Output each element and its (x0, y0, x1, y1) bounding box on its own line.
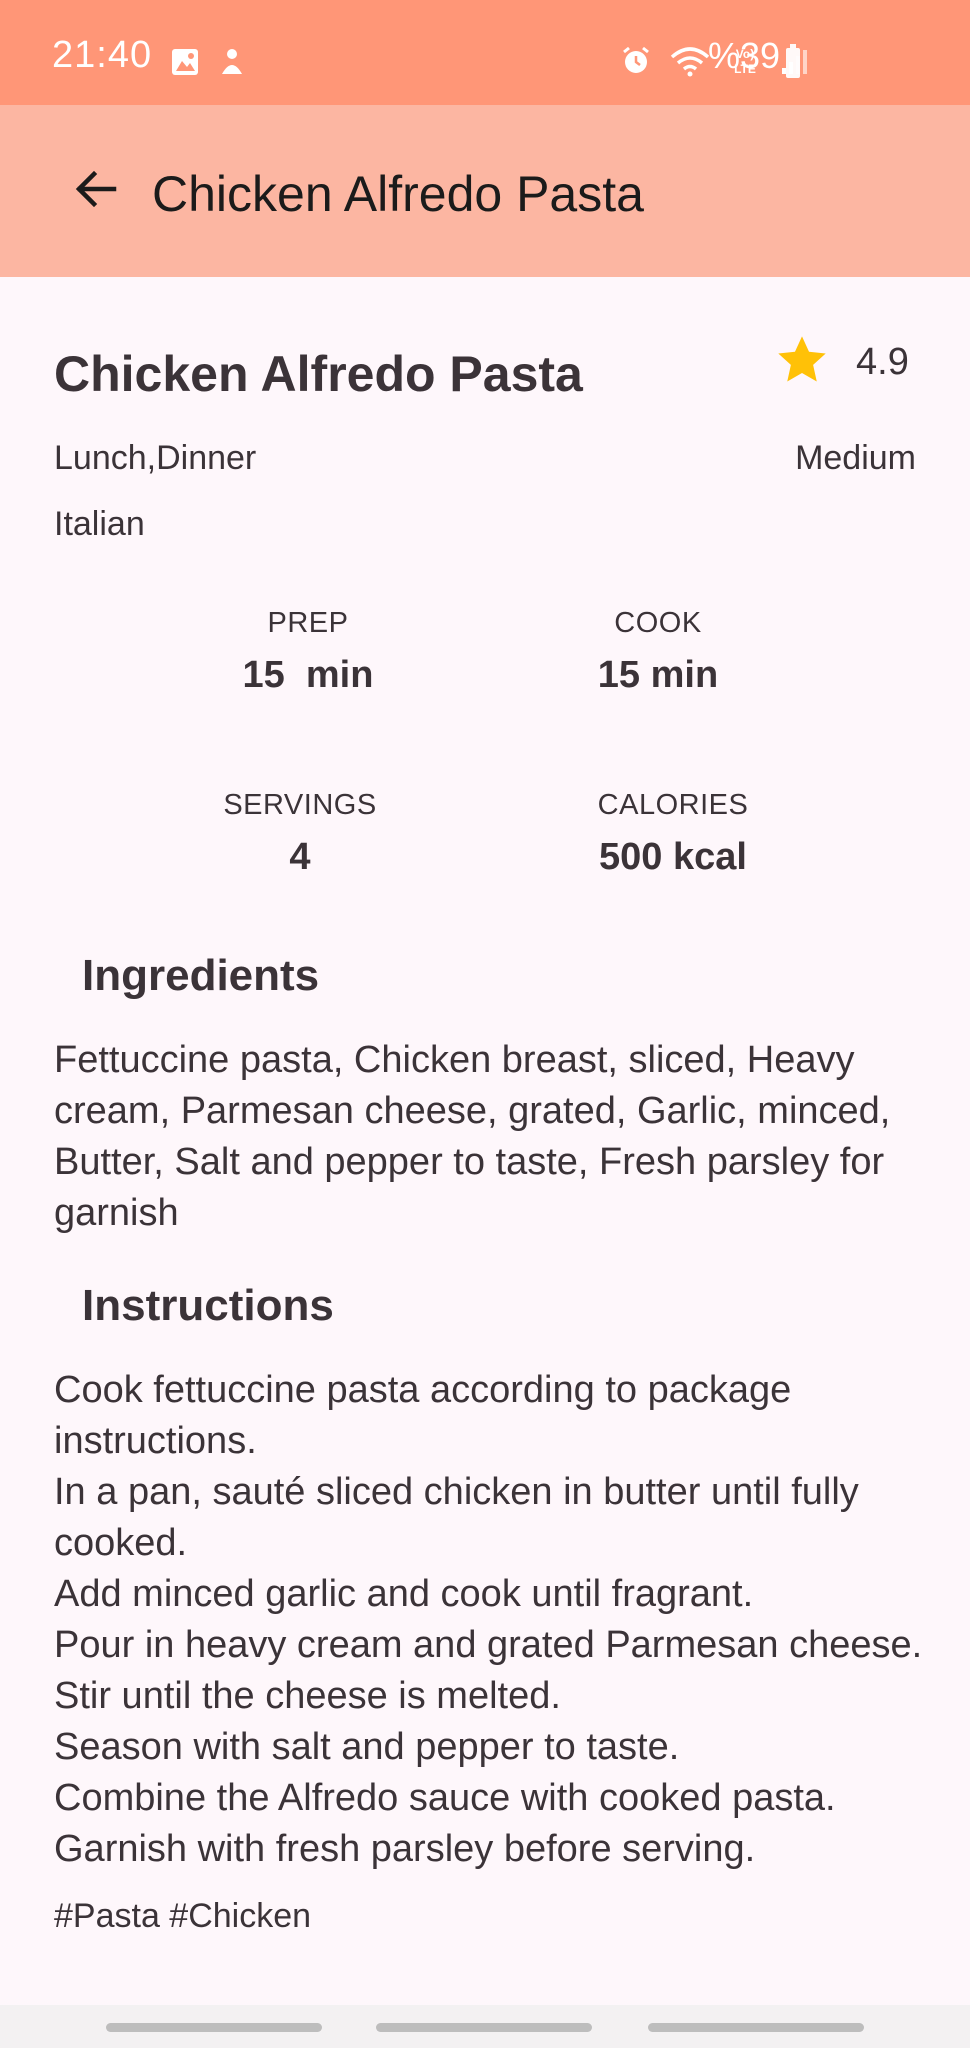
wifi-icon (670, 45, 710, 82)
ingredients-heading: Ingredients (82, 951, 320, 1000)
status-bar: 21:40 Vo) LTE %39 (0, 0, 970, 105)
cuisine-label: Italian (54, 505, 145, 543)
instruction-step: Add minced garlic and cook until fragran… (54, 1573, 754, 1615)
recipe-tags: #Pasta #Chicken (54, 1897, 312, 1935)
cook-time-stat: COOK 15 min (528, 607, 788, 697)
calories-stat: CALORIES 500 kcal (543, 789, 803, 879)
meal-types: Lunch,Dinner (54, 439, 257, 477)
arrow-left-icon (72, 165, 120, 218)
calories-label: CALORIES (597, 789, 749, 821)
battery-percent: %39 (708, 35, 781, 76)
instructions-list: Cook fettuccine pasta according to packa… (54, 1365, 970, 1875)
prep-label: PREP (267, 607, 349, 639)
prep-time-stat: PREP 15 min (178, 607, 438, 697)
instruction-step: Cook fettuccine pasta according to packa… (54, 1369, 792, 1462)
instruction-step: Season with salt and pepper to taste. (54, 1726, 680, 1768)
nav-home-handle[interactable] (376, 2023, 592, 2032)
instruction-step: In a pan, sauté sliced chicken in butter… (54, 1471, 859, 1564)
ingredients-text: Fettuccine pasta, Chicken breast, sliced… (54, 1039, 891, 1234)
servings-value: 4 (289, 836, 311, 878)
difficulty-label: Medium (795, 439, 916, 477)
system-navigation-bar (0, 2005, 970, 2048)
status-time: 21:40 (52, 34, 153, 76)
instructions-heading: Instructions (82, 1281, 334, 1330)
cook-label: COOK (614, 607, 702, 639)
status-left-icons (170, 46, 246, 83)
nav-back-handle[interactable] (648, 2023, 864, 2032)
app-bar: Chicken Alfredo Pasta (0, 105, 970, 277)
calories-value: 500 kcal (599, 836, 747, 878)
prep-value: 15 min (242, 654, 374, 696)
app-bar-title: Chicken Alfredo Pasta (152, 166, 644, 222)
star-icon (772, 331, 832, 394)
cook-value: 15 min (597, 654, 719, 696)
rating: 4.9 (772, 331, 909, 394)
servings-stat: SERVINGS 4 (170, 789, 430, 879)
instruction-step: Combine the Alfredo sauce with cooked pa… (54, 1777, 836, 1819)
nav-recents-handle[interactable] (106, 2023, 322, 2032)
rating-value: 4.9 (856, 341, 909, 383)
battery-icon (786, 44, 800, 78)
servings-label: SERVINGS (223, 789, 377, 821)
instruction-step: Garnish with fresh parsley before servin… (54, 1828, 756, 1870)
notification-icon (218, 46, 246, 83)
recipe-title: Chicken Alfredo Pasta (54, 346, 583, 402)
alarm-icon (620, 45, 652, 82)
back-button[interactable] (62, 157, 130, 225)
instruction-step: Pour in heavy cream and grated Parmesan … (54, 1624, 923, 1717)
image-icon (170, 47, 200, 82)
recipe-detail: Chicken Alfredo Pasta 4.9 Lunch,Dinner M… (0, 277, 970, 2005)
